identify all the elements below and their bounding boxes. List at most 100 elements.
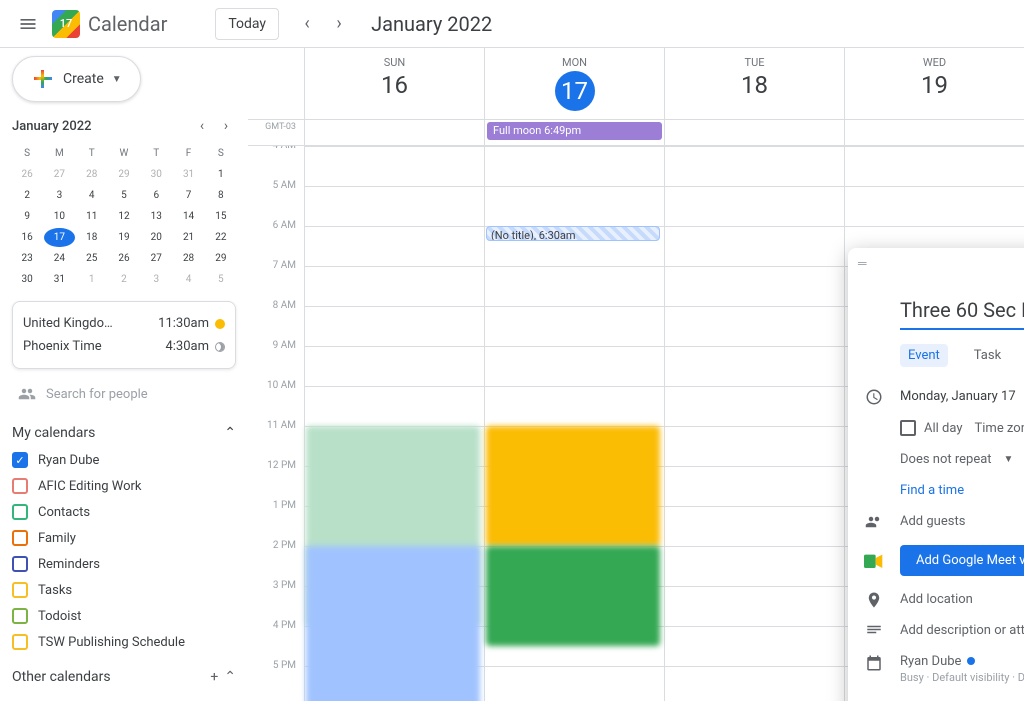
grid-cell[interactable] <box>484 187 664 226</box>
mini-day[interactable]: 20 <box>141 228 171 247</box>
mini-day[interactable]: 26 <box>109 249 139 268</box>
next-period-button[interactable]: › <box>323 8 355 40</box>
mini-day[interactable]: 12 <box>109 207 139 226</box>
calendar-item[interactable]: TSW Publishing Schedule <box>12 629 236 655</box>
grid-cell[interactable] <box>664 307 844 346</box>
mini-day[interactable]: 10 <box>44 207 74 226</box>
grid-cell[interactable] <box>484 667 664 701</box>
calendar-event[interactable] <box>306 546 480 701</box>
find-time-link[interactable]: Find a time <box>900 483 964 498</box>
mini-day[interactable]: 28 <box>173 249 203 268</box>
mini-day[interactable]: 29 <box>206 249 236 268</box>
mini-day[interactable]: 27 <box>44 165 74 184</box>
day-column-header[interactable]: Wed19 <box>844 48 1024 119</box>
calendar-item[interactable]: Ryan Dube <box>12 447 236 473</box>
mini-day[interactable]: 5 <box>206 270 236 289</box>
mini-day[interactable]: 17 <box>44 228 74 247</box>
organizer-name[interactable]: Ryan Dube <box>900 654 961 669</box>
grid-cell[interactable] <box>844 147 1024 186</box>
grid-cell[interactable] <box>484 387 664 426</box>
mini-day[interactable]: 5 <box>109 186 139 205</box>
day-column-header[interactable]: Mon17 <box>484 48 664 119</box>
grid-cell[interactable] <box>664 547 844 586</box>
mini-day[interactable]: 15 <box>206 207 236 226</box>
allday-cell[interactable] <box>664 120 844 145</box>
repeat-dropdown[interactable]: Does not repeat <box>900 452 992 467</box>
grid-cell[interactable] <box>304 147 484 186</box>
calendar-checkbox[interactable] <box>12 634 28 650</box>
calendar-checkbox[interactable] <box>12 504 28 520</box>
calendar-checkbox[interactable] <box>12 556 28 572</box>
mini-day[interactable]: 25 <box>77 249 107 268</box>
mini-day[interactable]: 21 <box>173 228 203 247</box>
mini-day[interactable]: 31 <box>173 165 203 184</box>
mini-day[interactable]: 4 <box>173 270 203 289</box>
calendar-checkbox[interactable] <box>12 530 28 546</box>
mini-day[interactable]: 31 <box>44 270 74 289</box>
add-location-input[interactable]: Add location <box>900 592 973 607</box>
mini-day[interactable]: 30 <box>141 165 171 184</box>
grid-cell[interactable] <box>664 227 844 266</box>
calendar-checkbox[interactable] <box>12 608 28 624</box>
main-menu-button[interactable] <box>8 4 48 44</box>
mini-day[interactable]: 16 <box>12 228 42 247</box>
mini-day[interactable]: 11 <box>77 207 107 226</box>
mini-day[interactable]: 7 <box>173 186 203 205</box>
mini-day[interactable]: 29 <box>109 165 139 184</box>
mini-day[interactable]: 30 <box>12 270 42 289</box>
mini-day[interactable]: 24 <box>44 249 74 268</box>
day-column-header[interactable]: Sun16 <box>304 48 484 119</box>
allday-cell[interactable]: Full moon 6:49pm <box>484 120 664 145</box>
create-button[interactable]: Create ▼ <box>12 56 141 102</box>
mini-day[interactable]: 26 <box>12 165 42 184</box>
event-date[interactable]: Monday, January 17 <box>900 389 1016 404</box>
allday-cell[interactable] <box>844 120 1024 145</box>
calendar-checkbox[interactable] <box>12 582 28 598</box>
grid-cell[interactable] <box>664 587 844 626</box>
mini-day[interactable]: 9 <box>12 207 42 226</box>
grid-cell[interactable] <box>664 427 844 466</box>
grid-cell[interactable] <box>664 187 844 226</box>
mini-day[interactable]: 3 <box>141 270 171 289</box>
calendar-event[interactable]: (No title), 6:30am <box>486 226 660 241</box>
grid-cell[interactable] <box>844 187 1024 226</box>
add-calendar-button[interactable]: + <box>210 669 218 685</box>
other-calendars-header[interactable]: Other calendars + ⌃ <box>12 663 236 691</box>
calendar-checkbox[interactable] <box>12 452 28 468</box>
tab-task[interactable]: Task <box>966 344 1009 367</box>
mini-calendar-title[interactable]: January 2022 <box>12 119 92 134</box>
mini-prev-month[interactable]: ‹ <box>192 118 212 134</box>
mini-day[interactable]: 2 <box>109 270 139 289</box>
calendar-item[interactable]: Contacts <box>12 499 236 525</box>
grid-cell[interactable] <box>304 227 484 266</box>
mini-day[interactable]: 8 <box>206 186 236 205</box>
day-column-header[interactable]: Tue18 <box>664 48 844 119</box>
calendar-item[interactable]: AFIC Editing Work <box>12 473 236 499</box>
mini-day[interactable]: 23 <box>12 249 42 268</box>
calendar-item[interactable]: Reminders <box>12 551 236 577</box>
mini-day[interactable]: 18 <box>77 228 107 247</box>
grid-cell[interactable] <box>664 507 844 546</box>
mini-day[interactable]: 4 <box>77 186 107 205</box>
grid-cell[interactable] <box>484 147 664 186</box>
prev-period-button[interactable]: ‹ <box>291 8 323 40</box>
my-calendars-header[interactable]: My calendars ⌃ <box>12 419 236 447</box>
calendar-item[interactable]: Family <box>12 525 236 551</box>
mini-day[interactable]: 6 <box>141 186 171 205</box>
grid-cell[interactable] <box>664 387 844 426</box>
mini-day[interactable]: 2 <box>12 186 42 205</box>
grid-cell[interactable] <box>304 307 484 346</box>
grid-cell[interactable] <box>664 267 844 306</box>
drag-handle-icon[interactable]: ═ <box>858 256 869 284</box>
visibility-label[interactable]: Busy · Default visibility · Do not notif… <box>900 671 1024 684</box>
mini-day[interactable]: 22 <box>206 228 236 247</box>
calendar-item[interactable]: Todoist <box>12 603 236 629</box>
tab-event[interactable]: Event <box>900 344 948 367</box>
grid-cell[interactable] <box>484 307 664 346</box>
mini-day[interactable]: 19 <box>109 228 139 247</box>
calendar-item[interactable]: Tasks <box>12 577 236 603</box>
calendar-event[interactable] <box>486 426 660 546</box>
grid-cell[interactable] <box>304 267 484 306</box>
mini-day[interactable]: 14 <box>173 207 203 226</box>
event-title-input[interactable] <box>900 292 1024 330</box>
